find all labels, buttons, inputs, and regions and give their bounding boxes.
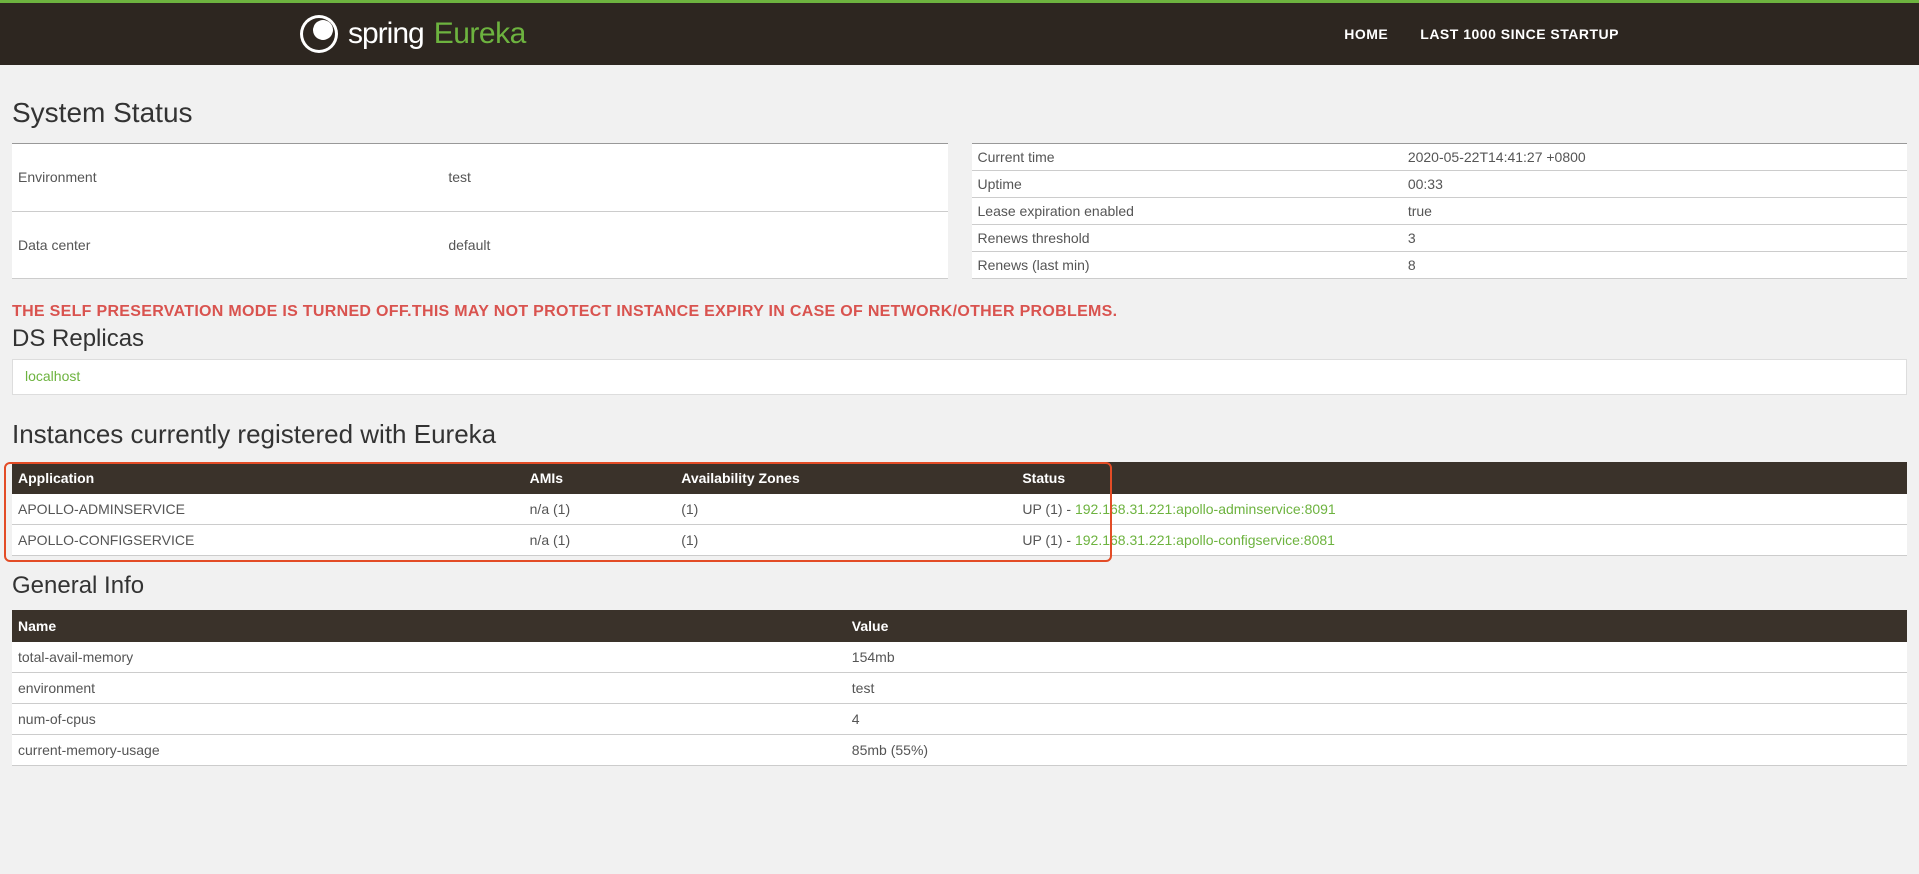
brand-eureka-text: Eureka <box>434 17 526 51</box>
general-info-row: current-memory-usage85mb (55%) <box>12 735 1907 766</box>
gi-name: num-of-cpus <box>12 704 846 735</box>
system-status-heading: System Status <box>12 97 1907 129</box>
self-preservation-warning: THE SELF PRESERVATION MODE IS TURNED OFF… <box>12 303 1907 321</box>
status-label: Environment <box>12 144 442 212</box>
status-row: Lease expiration enabledtrue <box>972 198 1908 225</box>
instance-amis: n/a (1) <box>524 494 676 525</box>
status-row: Uptime00:33 <box>972 171 1908 198</box>
status-table-right: Current time2020-05-22T14:41:27 +0800Upt… <box>972 143 1908 279</box>
status-label: Renews threshold <box>972 225 1402 252</box>
gi-value: 154mb <box>846 642 1907 673</box>
gi-name: total-avail-memory <box>12 642 846 673</box>
th-name: Name <box>12 610 846 642</box>
status-label: Current time <box>972 144 1402 171</box>
nav-home-link[interactable]: HOME <box>1344 26 1388 42</box>
instance-link[interactable]: 192.168.31.221:apollo-configservice:8081 <box>1075 532 1335 548</box>
status-value: 8 <box>1402 252 1907 279</box>
instance-app: APOLLO-CONFIGSERVICE <box>12 525 524 556</box>
status-label: Renews (last min) <box>972 252 1402 279</box>
general-info-heading: General Info <box>12 572 1907 600</box>
ds-replicas-heading: DS Replicas <box>12 325 1907 353</box>
th-value: Value <box>846 610 1907 642</box>
gi-value: 85mb (55%) <box>846 735 1907 766</box>
status-value: true <box>1402 198 1907 225</box>
status-value: default <box>442 211 947 279</box>
nav-last1000-link[interactable]: LAST 1000 SINCE STARTUP <box>1420 26 1619 42</box>
th-availability-zones: Availability Zones <box>675 462 1016 494</box>
general-info-row: total-avail-memory154mb <box>12 642 1907 673</box>
gi-value: 4 <box>846 704 1907 735</box>
instances-heading: Instances currently registered with Eure… <box>12 419 1907 450</box>
spring-logo-icon <box>300 15 338 53</box>
general-info-table: Name Value total-avail-memory154mbenviro… <box>12 610 1907 766</box>
gi-name: current-memory-usage <box>12 735 846 766</box>
status-label: Uptime <box>972 171 1402 198</box>
instance-link[interactable]: 192.168.31.221:apollo-adminservice:8091 <box>1075 501 1336 517</box>
status-label: Data center <box>12 211 442 279</box>
status-value: 3 <box>1402 225 1907 252</box>
instance-az: (1) <box>675 494 1016 525</box>
nav-links: HOME LAST 1000 SINCE STARTUP <box>1344 26 1619 42</box>
status-value: 00:33 <box>1402 171 1907 198</box>
general-info-row: environmenttest <box>12 673 1907 704</box>
general-info-row: num-of-cpus4 <box>12 704 1907 735</box>
instance-row: APOLLO-ADMINSERVICEn/a (1)(1)UP (1) - 19… <box>12 494 1907 525</box>
instance-az: (1) <box>675 525 1016 556</box>
gi-value: test <box>846 673 1907 704</box>
instance-status: UP (1) - 192.168.31.221:apollo-adminserv… <box>1016 494 1907 525</box>
status-label: Lease expiration enabled <box>972 198 1402 225</box>
status-value: test <box>442 144 947 212</box>
status-row: Current time2020-05-22T14:41:27 +0800 <box>972 144 1908 171</box>
instance-status: UP (1) - 192.168.31.221:apollo-configser… <box>1016 525 1907 556</box>
brand-spring-text: spring <box>348 17 424 51</box>
th-application: Application <box>12 462 524 494</box>
replica-link[interactable]: localhost <box>25 368 80 384</box>
system-status-tables: EnvironmenttestData centerdefault Curren… <box>12 143 1907 279</box>
instances-table: Application AMIs Availability Zones Stat… <box>12 462 1907 556</box>
status-row: Data centerdefault <box>12 211 948 279</box>
instance-amis: n/a (1) <box>524 525 676 556</box>
status-row: Renews threshold3 <box>972 225 1908 252</box>
status-row: Renews (last min)8 <box>972 252 1908 279</box>
instance-app: APOLLO-ADMINSERVICE <box>12 494 524 525</box>
navbar: spring Eureka HOME LAST 1000 SINCE START… <box>0 3 1919 65</box>
th-status: Status <box>1016 462 1907 494</box>
brand[interactable]: spring Eureka <box>300 15 526 53</box>
th-amis: AMIs <box>524 462 676 494</box>
status-value: 2020-05-22T14:41:27 +0800 <box>1402 144 1907 171</box>
ds-replicas-box: localhost <box>12 359 1907 395</box>
instance-row: APOLLO-CONFIGSERVICEn/a (1)(1)UP (1) - 1… <box>12 525 1907 556</box>
status-table-left: EnvironmenttestData centerdefault <box>12 143 948 279</box>
status-row: Environmenttest <box>12 144 948 212</box>
gi-name: environment <box>12 673 846 704</box>
